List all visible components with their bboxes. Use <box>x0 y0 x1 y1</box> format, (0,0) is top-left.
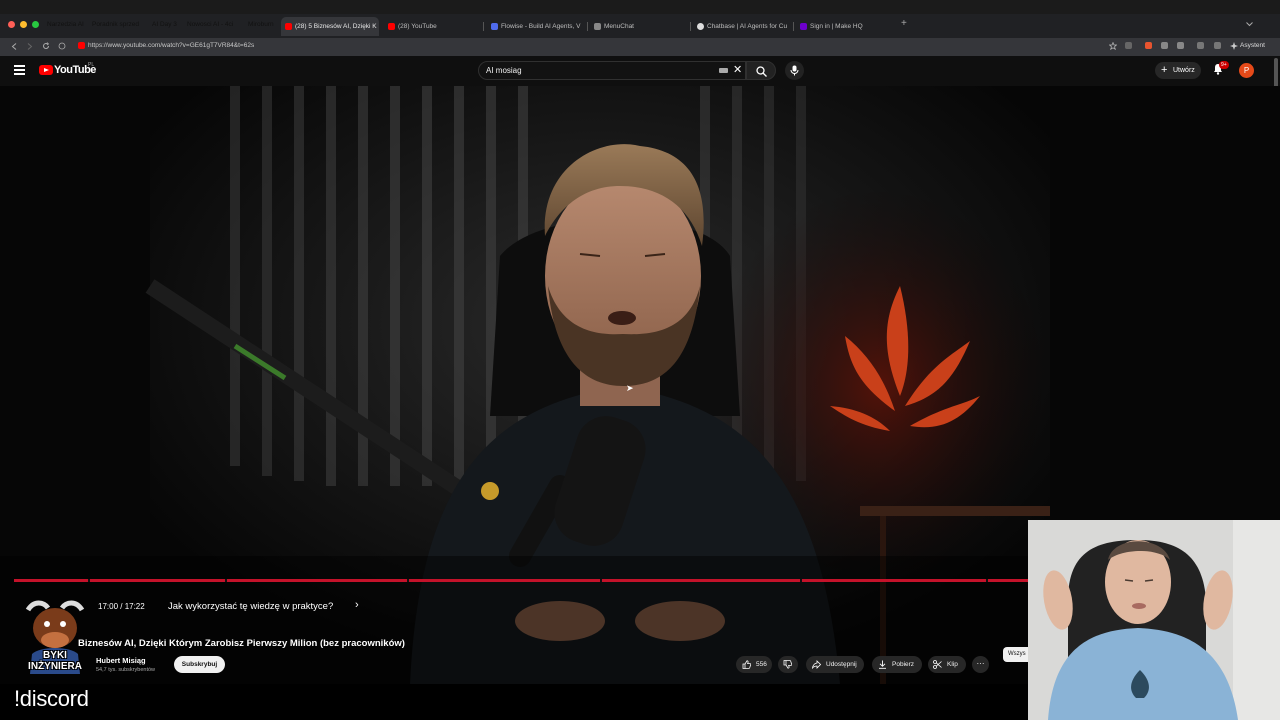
keyboard-icon[interactable] <box>719 68 728 73</box>
create-label: Utwórz <box>1173 67 1195 74</box>
flowise-favicon-icon <box>491 23 498 30</box>
youtube-favicon-icon <box>388 23 395 30</box>
logo-line-2: INŻYNIERA <box>28 661 82 672</box>
tab-label: MenuChat <box>604 23 634 30</box>
tab-label: (28) YouTube <box>398 23 437 30</box>
reload-icon[interactable] <box>42 42 50 50</box>
notifications-badge: 9+ <box>1219 61 1229 69</box>
chapter-marker <box>225 579 227 582</box>
time-display: 17:00 / 17:22 <box>98 602 145 611</box>
tab-label: (28) 5 Biznesów AI, Dzięki K <box>295 23 377 30</box>
tab-label: Sign in | Make HQ <box>810 23 863 30</box>
tab-search-chevron-icon[interactable] <box>1246 22 1253 27</box>
search-button[interactable] <box>746 61 776 80</box>
new-tab-button[interactable]: + <box>901 18 907 29</box>
clip-button[interactable]: Klip <box>928 656 966 673</box>
microphone-icon <box>790 65 799 76</box>
chapter-marker <box>986 579 988 582</box>
share-label: Udostępnij <box>826 661 857 668</box>
search-input[interactable]: AI mosiag <box>486 66 522 75</box>
channel-name[interactable]: Hubert Misiąg <box>96 656 146 665</box>
tab-group-narzedzia[interactable]: Narzedzia AI <box>44 19 84 30</box>
tab-make[interactable]: Sign in | Make HQ <box>796 17 892 36</box>
back-icon[interactable] <box>11 43 17 50</box>
clip-label: Klip <box>947 661 958 668</box>
tab-label: Chatbase | AI Agents for Cu <box>707 23 788 30</box>
tab-youtube-home[interactable]: (28) YouTube <box>384 17 480 36</box>
video-title: Biznesów AI, Dzięki Którym Zarobisz Pier… <box>78 638 405 649</box>
thumbs-up-icon <box>742 660 751 669</box>
clear-search-icon[interactable]: ✕ <box>733 64 742 76</box>
tab-group-ai-day[interactable]: AI Day 3 <box>149 19 179 30</box>
like-button[interactable]: 556 <box>736 656 772 673</box>
chapter-marker <box>88 579 90 582</box>
tab-group-nowosci[interactable]: Nowosci AI - 4ci <box>184 19 240 30</box>
chapter-title[interactable]: Jak wykorzystać tę wiedzę w praktyce? <box>168 601 333 612</box>
make-favicon-icon <box>800 23 807 30</box>
sidebar-icon[interactable] <box>1214 42 1221 49</box>
extensions-puzzle-icon[interactable] <box>1197 42 1204 49</box>
window-zoom-icon[interactable] <box>32 21 39 28</box>
search-icon <box>756 66 767 77</box>
extension-icon[interactable] <box>1125 42 1132 49</box>
tab-separator <box>483 22 484 31</box>
tab-group-miroburn[interactable]: Miroburn <box>245 19 276 30</box>
tab-youtube-video[interactable]: (28) 5 Biznesów AI, Dzięki K <box>281 17 379 36</box>
bookmark-star-icon[interactable] <box>1109 42 1117 50</box>
assistant-sparkle-icon[interactable] <box>1230 42 1238 50</box>
youtube-logo-icon[interactable] <box>39 65 53 75</box>
hamburger-menu-icon[interactable] <box>14 65 25 75</box>
window-minimize-icon[interactable] <box>20 21 27 28</box>
youtube-favicon-icon <box>78 42 85 49</box>
extension-icon[interactable] <box>1145 42 1152 49</box>
chevron-right-icon[interactable]: › <box>355 599 359 611</box>
youtube-country-code: PL <box>88 62 95 68</box>
extension-icon[interactable] <box>1161 42 1168 49</box>
tab-separator <box>690 22 691 31</box>
assistant-button[interactable]: Asystent <box>1240 42 1265 49</box>
webcam-overlay <box>1028 520 1280 720</box>
like-count: 556 <box>756 661 767 668</box>
chapter-marker <box>407 579 409 582</box>
progress-bar[interactable] <box>14 579 1028 582</box>
scissors-icon <box>933 660 942 669</box>
discord-command-text: !discord <box>14 686 89 711</box>
channel-logo-text: BYKI INŻYNIERA <box>20 650 90 672</box>
tab-group-poradnik[interactable]: Poradnik sprzed <box>89 19 144 30</box>
create-button[interactable]: + Utwórz <box>1155 62 1201 79</box>
tab-flowise[interactable]: Flowise - Build AI Agents, V <box>487 17 583 36</box>
menuchat-favicon-icon <box>594 23 601 30</box>
more-actions-button[interactable]: ··· <box>972 656 989 673</box>
chapter-marker <box>800 579 802 582</box>
mouse-cursor-icon: ➤ <box>626 383 634 393</box>
share-arrow-icon <box>812 660 821 669</box>
tab-separator <box>587 22 588 31</box>
site-info-icon[interactable] <box>58 42 66 50</box>
subscribe-button[interactable]: Subskrybuj <box>174 656 225 673</box>
download-label: Pobierz <box>892 661 915 668</box>
subscriber-count: 54,7 tys. subskrybentów <box>96 667 156 673</box>
window-close-icon[interactable] <box>8 21 15 28</box>
youtube-favicon-icon <box>285 23 292 30</box>
voice-search-button[interactable] <box>785 61 804 80</box>
tab-separator <box>793 22 794 31</box>
dislike-button[interactable] <box>778 656 798 673</box>
tab-label: Flowise - Build AI Agents, V <box>501 23 581 30</box>
share-button[interactable]: Udostępnij <box>806 656 864 673</box>
chatbase-favicon-icon <box>697 23 704 30</box>
thumbs-down-icon <box>783 660 792 669</box>
mac-menu-bar <box>0 0 1280 14</box>
url-field[interactable]: https://www.youtube.com/watch?v=GE61gT7V… <box>88 42 254 49</box>
plus-icon: + <box>1161 64 1168 76</box>
tab-menuchat[interactable]: MenuChat <box>590 17 686 36</box>
tab-chatbase[interactable]: Chatbase | AI Agents for Cu <box>693 17 789 36</box>
chapter-marker <box>600 579 602 582</box>
logo-line-1: BYKI <box>43 650 67 661</box>
forward-icon[interactable] <box>27 43 33 50</box>
extension-icon[interactable] <box>1177 42 1184 49</box>
account-avatar[interactable]: P <box>1239 63 1254 78</box>
download-button[interactable]: Pobierz <box>872 656 922 673</box>
download-icon <box>879 660 886 669</box>
